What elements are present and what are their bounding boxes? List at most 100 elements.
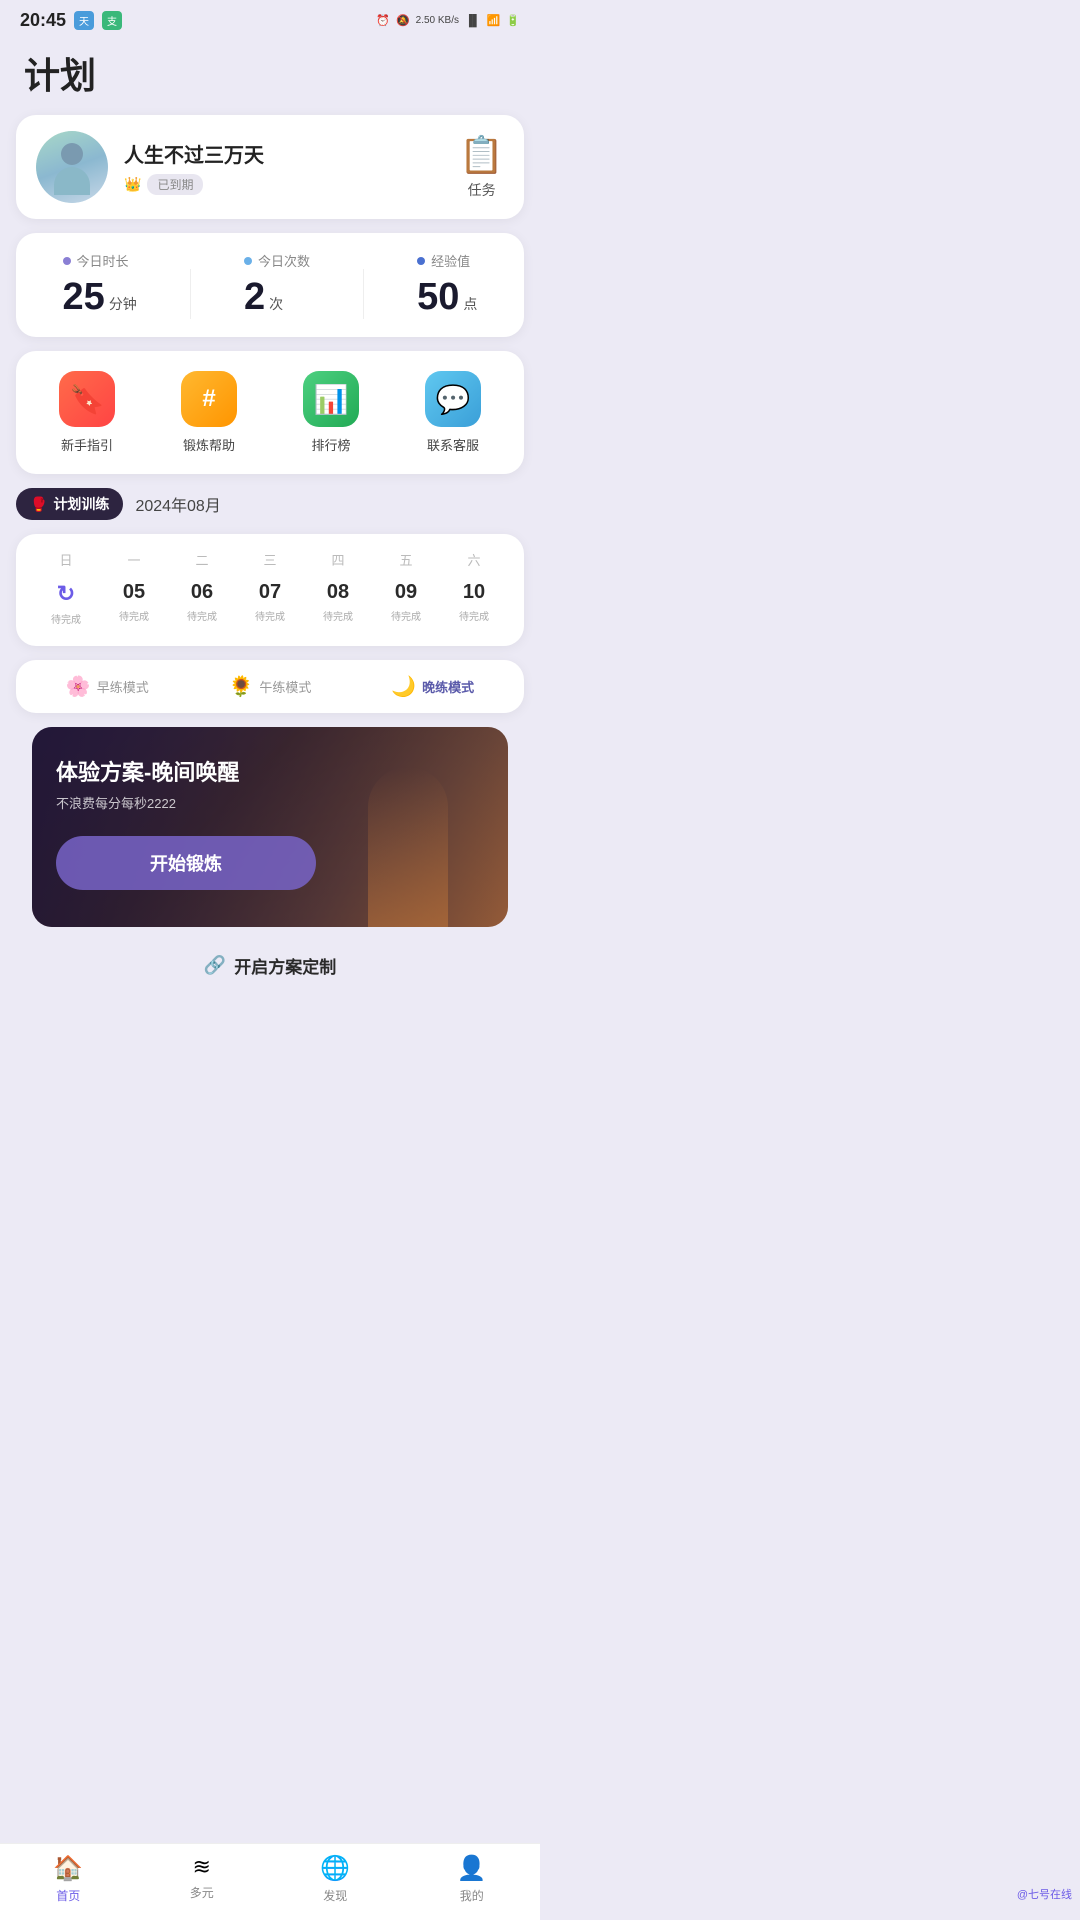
cal-num-07: 07 bbox=[259, 581, 281, 604]
banner-title: 体验方案-晚间唤醒 bbox=[56, 755, 484, 787]
network-speed: 2.50 KB/s bbox=[416, 15, 459, 26]
cal-date-10[interactable]: 10 待完成 bbox=[440, 577, 508, 630]
ranking-icon: 📊 bbox=[303, 371, 359, 427]
cal-num-05: 05 bbox=[123, 581, 145, 604]
wifi-icon: 📶 bbox=[487, 14, 501, 27]
nav-multi-label: 多元 bbox=[190, 1884, 214, 1901]
cal-num-09: 09 bbox=[395, 581, 417, 604]
plan-section: 🥊 计划训练 2024年08月 日 一 二 三 四 五 六 ↻ 待完成 05 待… bbox=[16, 488, 524, 927]
stat-times-label: 今日次数 bbox=[244, 251, 310, 270]
signal-icon: ▐▌ bbox=[465, 15, 481, 27]
cal-date-05[interactable]: 05 待完成 bbox=[100, 577, 168, 630]
watermark: @七号在线 bbox=[1017, 1886, 1072, 1902]
night-label: 晚练模式 bbox=[422, 677, 474, 696]
menu-item-ranking[interactable]: 📊 排行榜 bbox=[303, 371, 359, 454]
start-exercise-button[interactable]: 开始锻炼 bbox=[56, 836, 316, 890]
custom-plan-text: 开启方案定制 bbox=[234, 953, 336, 978]
day-sun: 日 bbox=[32, 550, 100, 569]
task-emoji-icon: 📋 bbox=[459, 134, 504, 176]
stat-duration-label: 今日时长 bbox=[63, 251, 129, 270]
plan-header: 🥊 计划训练 2024年08月 bbox=[16, 488, 524, 520]
menu-item-beginner[interactable]: 🔖 新手指引 bbox=[59, 371, 115, 454]
banner-subtitle: 不浪费每分每秒2222 bbox=[56, 793, 484, 812]
cal-date-07[interactable]: 07 待完成 bbox=[236, 577, 304, 630]
nav-discover-label: 发现 bbox=[323, 1887, 347, 1904]
stat-times-value: 2 bbox=[244, 276, 265, 319]
beginner-icon: 🔖 bbox=[59, 371, 115, 427]
stat-exp-unit: 点 bbox=[463, 294, 477, 314]
stat-times-unit: 次 bbox=[269, 294, 283, 314]
cal-date-today[interactable]: ↻ 待完成 bbox=[32, 577, 100, 630]
nav-home-label: 首页 bbox=[56, 1887, 80, 1904]
nav-mine[interactable]: 👤 我的 bbox=[457, 1854, 487, 1904]
banner-content: 体验方案-晚间唤醒 不浪费每分每秒2222 开始锻炼 bbox=[32, 727, 508, 914]
nav-multi[interactable]: ≋ 多元 bbox=[190, 1854, 214, 1904]
cal-status-10: 待完成 bbox=[459, 608, 489, 623]
stats-row: 今日时长 25 分钟 今日次数 2 次 经验值 bbox=[36, 251, 504, 319]
app-icon-weather: 天 bbox=[74, 11, 94, 30]
stats-card: 今日时长 25 分钟 今日次数 2 次 经验值 bbox=[16, 233, 524, 337]
helper-label: 锻炼帮助 bbox=[183, 435, 235, 454]
cal-status-today: 待完成 bbox=[51, 611, 81, 626]
plan-tag-emoji: 🥊 bbox=[30, 496, 47, 513]
stat-times: 今日次数 2 次 bbox=[244, 251, 310, 319]
plan-tag: 🥊 计划训练 bbox=[16, 488, 123, 520]
cal-date-08[interactable]: 08 待完成 bbox=[304, 577, 372, 630]
crown-icon: 👑 bbox=[124, 176, 141, 193]
nav-discover[interactable]: 🌐 发现 bbox=[320, 1854, 350, 1904]
day-wed: 三 bbox=[236, 550, 304, 569]
calendar-dates: ↻ 待完成 05 待完成 06 待完成 07 待完成 08 待完成 bbox=[32, 577, 508, 630]
app-icon-alipay: 支 bbox=[102, 11, 122, 30]
custom-plan-link[interactable]: 🔗 开启方案定制 bbox=[0, 943, 540, 994]
mode-row: 🌸 早练模式 🌻 午练模式 🌙 晚练模式 bbox=[16, 660, 524, 713]
cal-date-06[interactable]: 06 待完成 bbox=[168, 577, 236, 630]
avatar bbox=[36, 131, 108, 203]
calendar: 日 一 二 三 四 五 六 ↻ 待完成 05 待完成 06 待完成 bbox=[16, 534, 524, 646]
stat-dot-1 bbox=[63, 257, 71, 265]
ranking-label: 排行榜 bbox=[311, 435, 350, 454]
menu-item-helper[interactable]: # 锻炼帮助 bbox=[181, 371, 237, 454]
plan-tag-label: 计划训练 bbox=[53, 494, 109, 514]
stat-exp-value: 50 bbox=[417, 276, 459, 319]
stat-duration: 今日时长 25 分钟 bbox=[63, 251, 137, 319]
cal-num-10: 10 bbox=[463, 581, 485, 604]
cal-num-06: 06 bbox=[191, 581, 213, 604]
day-tue: 二 bbox=[168, 550, 236, 569]
menu-grid: 🔖 新手指引 # 锻炼帮助 📊 排行榜 💬 联系客服 bbox=[26, 371, 514, 454]
profile-info: 人生不过三万天 👑 已到期 bbox=[124, 139, 264, 195]
task-button[interactable]: 📋 任务 bbox=[459, 134, 504, 200]
helper-icon: # bbox=[181, 371, 237, 427]
menu-item-service[interactable]: 💬 联系客服 bbox=[425, 371, 481, 454]
stat-divider-1 bbox=[190, 269, 191, 319]
stat-duration-unit: 分钟 bbox=[109, 294, 137, 314]
service-icon: 💬 bbox=[425, 371, 481, 427]
day-sat: 六 bbox=[440, 550, 508, 569]
stat-divider-2 bbox=[363, 269, 364, 319]
profile-name: 人生不过三万天 bbox=[124, 139, 264, 168]
nav-home[interactable]: 🏠 首页 bbox=[53, 1854, 83, 1904]
stat-duration-value: 25 bbox=[63, 276, 105, 319]
quick-menu: 🔖 新手指引 # 锻炼帮助 📊 排行榜 💬 联系客服 bbox=[16, 351, 524, 474]
mode-morning[interactable]: 🌸 早练模式 bbox=[66, 674, 149, 699]
mine-icon: 👤 bbox=[457, 1854, 487, 1883]
cal-status-05: 待完成 bbox=[119, 608, 149, 623]
cal-status-08: 待完成 bbox=[323, 608, 353, 623]
discover-icon: 🌐 bbox=[320, 1854, 350, 1883]
morning-label: 早练模式 bbox=[97, 677, 149, 696]
noon-emoji-icon: 🌻 bbox=[229, 674, 254, 699]
bottom-nav: 🏠 首页 ≋ 多元 🌐 发现 👤 我的 bbox=[0, 1843, 540, 1920]
stat-exp-label: 经验值 bbox=[417, 251, 470, 270]
profile-badge: 👑 已到期 bbox=[124, 174, 264, 195]
today-arrow-icon: ↻ bbox=[57, 581, 75, 607]
cal-num-08: 08 bbox=[327, 581, 349, 604]
mode-night[interactable]: 🌙 晚练模式 bbox=[391, 674, 474, 699]
calendar-header: 日 一 二 三 四 五 六 bbox=[32, 550, 508, 569]
alarm-icon: ⏰ bbox=[376, 14, 390, 27]
cal-date-09[interactable]: 09 待完成 bbox=[372, 577, 440, 630]
mute-icon: 🔕 bbox=[396, 14, 410, 27]
page-title: 计划 bbox=[0, 37, 540, 115]
night-emoji-icon: 🌙 bbox=[391, 674, 416, 699]
home-icon: 🏠 bbox=[53, 1854, 83, 1883]
nav-mine-label: 我的 bbox=[460, 1887, 484, 1904]
mode-noon[interactable]: 🌻 午练模式 bbox=[229, 674, 312, 699]
